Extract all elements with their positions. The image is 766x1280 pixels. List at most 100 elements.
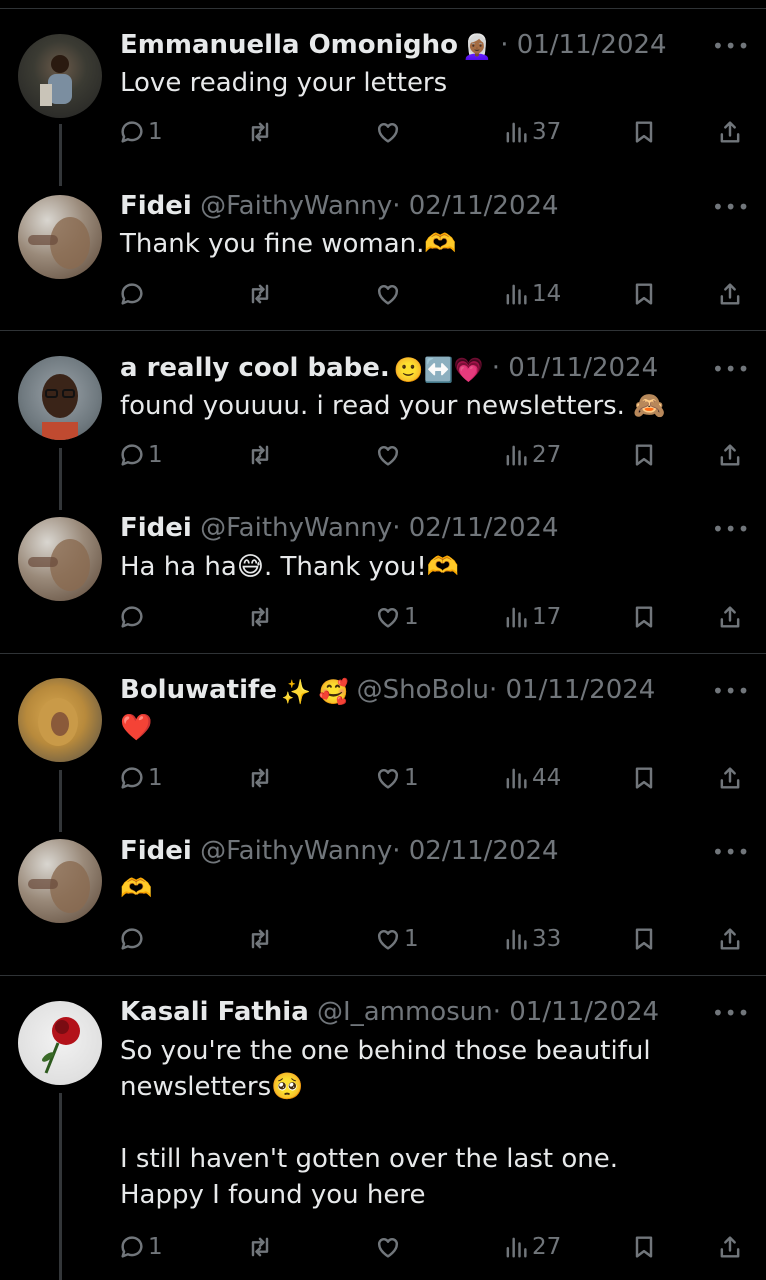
more-options-icon[interactable]: ••• [712, 34, 750, 58]
timestamp[interactable]: · 02/11/2024 [392, 191, 558, 221]
retweet-button[interactable] [246, 761, 274, 795]
share-button[interactable] [716, 761, 744, 795]
retweet-button[interactable] [246, 115, 274, 149]
share-button[interactable] [716, 277, 744, 311]
display-name[interactable]: Fidei [120, 191, 192, 221]
avatar[interactable] [18, 34, 102, 118]
retweet-button[interactable] [246, 438, 274, 472]
display-name[interactable]: Fidei [120, 513, 192, 543]
like-button[interactable]: 1 [374, 922, 419, 956]
handle[interactable]: @FaithyWanny [200, 836, 392, 866]
display-name[interactable]: Kasali Fathia [120, 997, 309, 1027]
reply-text: Thank you fine woman.🫶 [120, 229, 457, 259]
share-button[interactable] [716, 1230, 744, 1264]
views-button[interactable]: 14 [502, 277, 561, 311]
more-options-icon[interactable]: ••• [712, 1001, 750, 1025]
reply-icon [121, 606, 143, 628]
timestamp[interactable]: · 01/11/2024 [489, 675, 655, 705]
like-button[interactable] [374, 115, 404, 149]
handle[interactable]: @I_ammosun [317, 997, 493, 1027]
views-icon [506, 122, 527, 143]
display-name[interactable]: Fidei [120, 836, 192, 866]
avatar[interactable] [18, 1001, 102, 1085]
avatar[interactable] [18, 356, 102, 440]
views-button[interactable]: 27 [502, 438, 561, 472]
more-options-icon[interactable]: ••• [712, 840, 750, 864]
reply-icon [121, 121, 143, 143]
share-button[interactable] [716, 600, 744, 634]
views-count: 14 [532, 281, 562, 307]
like-button[interactable] [374, 1230, 404, 1264]
views-button[interactable]: 17 [502, 600, 561, 634]
reply-button[interactable]: 1 [118, 1230, 163, 1264]
avatar[interactable] [18, 678, 102, 762]
retweet-button[interactable] [246, 922, 274, 956]
retweet-icon [251, 445, 269, 465]
timestamp[interactable]: · 02/11/2024 [392, 513, 558, 543]
display-name[interactable]: Boluwatife [120, 675, 277, 705]
views-button[interactable]: 44 [502, 761, 561, 795]
action-bar: 1 33 [118, 922, 748, 956]
handle[interactable]: @FaithyWanny [200, 513, 392, 543]
timestamp[interactable]: · 02/11/2024 [392, 836, 558, 866]
reply-button[interactable] [118, 600, 148, 634]
like-count: 1 [404, 604, 419, 630]
reply-button[interactable]: 1 [118, 438, 163, 472]
avatar[interactable] [18, 517, 102, 601]
thread-divider [0, 330, 766, 331]
like-count: 1 [404, 765, 419, 791]
heart-icon [378, 1238, 398, 1258]
like-button[interactable]: 1 [374, 600, 419, 634]
display-name[interactable]: Emmanuella Omonigho [120, 30, 458, 60]
name-emoji: 👩🏾‍🦳 [462, 33, 492, 61]
views-count: 17 [532, 604, 562, 630]
timestamp[interactable]: · 01/11/2024 [492, 353, 658, 383]
bookmark-button[interactable] [630, 922, 658, 956]
views-icon [506, 445, 527, 466]
bookmark-button[interactable] [630, 761, 658, 795]
share-button[interactable] [716, 115, 744, 149]
retweet-button[interactable] [246, 600, 274, 634]
bookmark-button[interactable] [630, 277, 658, 311]
bookmark-button[interactable] [630, 115, 658, 149]
views-button[interactable]: 37 [502, 115, 561, 149]
handle[interactable]: @ShoBolu [357, 675, 489, 705]
bookmark-button[interactable] [630, 600, 658, 634]
action-bar: 1 27 [118, 438, 748, 472]
top-divider [0, 8, 766, 9]
more-options-icon[interactable]: ••• [712, 357, 750, 381]
avatar[interactable] [18, 839, 102, 923]
reply-button[interactable]: 1 [118, 761, 163, 795]
reply-icon [121, 928, 143, 950]
retweet-button[interactable] [246, 1230, 274, 1264]
views-button[interactable]: 33 [502, 922, 561, 956]
reply-icon [121, 767, 143, 789]
reply-button[interactable]: 1 [118, 115, 163, 149]
more-options-icon[interactable]: ••• [712, 517, 750, 541]
share-button[interactable] [716, 438, 744, 472]
action-bar: 1 17 [118, 600, 748, 634]
share-button[interactable] [716, 922, 744, 956]
bookmark-button[interactable] [630, 1230, 658, 1264]
like-button[interactable] [374, 277, 404, 311]
retweet-icon [251, 284, 269, 304]
timestamp[interactable]: · 01/11/2024 [500, 30, 666, 60]
more-options-icon[interactable]: ••• [712, 195, 750, 219]
reply-button[interactable] [118, 277, 148, 311]
reply-text: found youuuu. i read your newsletters. 🙈 [120, 391, 666, 421]
like-button[interactable]: 1 [374, 761, 419, 795]
like-button[interactable] [374, 438, 404, 472]
timestamp[interactable]: · 01/11/2024 [493, 997, 659, 1027]
views-button[interactable]: 27 [502, 1230, 561, 1264]
heart-icon [378, 608, 398, 628]
avatar[interactable] [18, 195, 102, 279]
thread-divider [0, 975, 766, 976]
more-options-icon[interactable]: ••• [712, 679, 750, 703]
display-name[interactable]: a really cool babe. [120, 353, 390, 383]
like-count: 1 [404, 926, 419, 952]
handle[interactable]: @FaithyWanny [200, 191, 392, 221]
retweet-button[interactable] [246, 277, 274, 311]
reply-text: 🫶 [120, 874, 153, 904]
reply-button[interactable] [118, 922, 148, 956]
bookmark-button[interactable] [630, 438, 658, 472]
